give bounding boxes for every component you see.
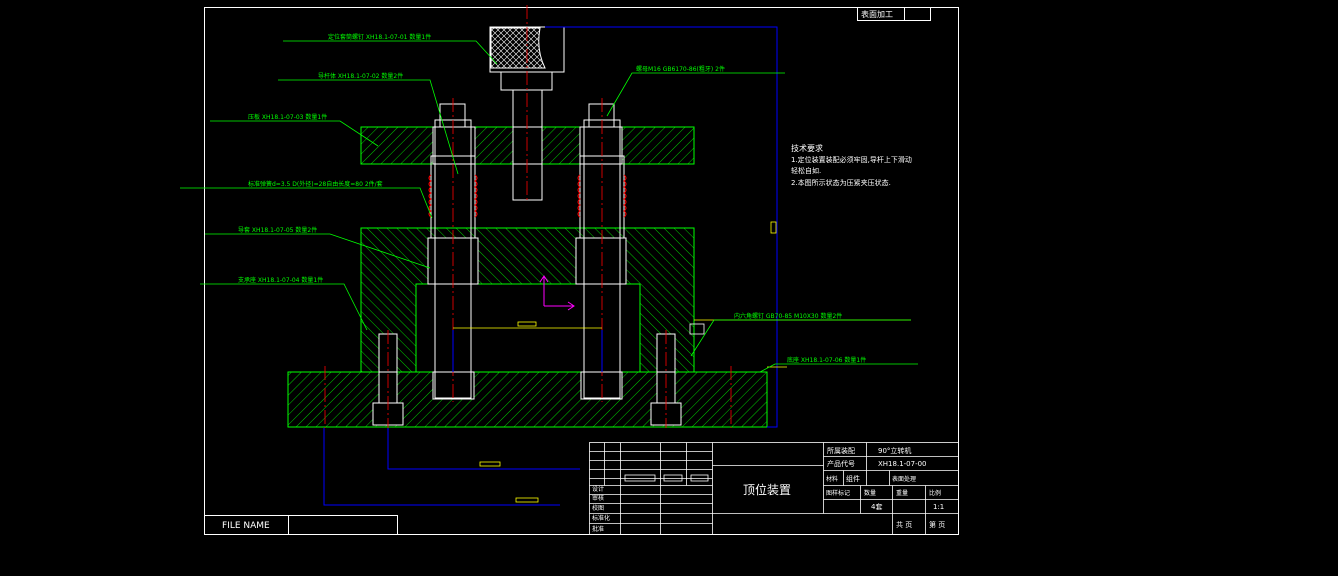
file-name-label: FILE NAME — [222, 521, 270, 531]
callout-sleeve-screw: 定位套筒螺钉 XH18.1-07-01 数量1件 — [328, 33, 431, 41]
material-value: 组件 — [846, 474, 860, 483]
material-label: 材料 — [826, 475, 838, 483]
tech-note-1: 1.定位装置装配必须牢固,导杆上下滑动 — [791, 155, 912, 164]
base-plate — [287, 371, 768, 428]
callout-support-seat: 支承座 XH18.1-07-04 数量1件 — [238, 276, 323, 284]
drawing-name: 顶位装置 — [743, 482, 791, 497]
role-design: 设计 — [592, 485, 604, 493]
callout-base: 底座 XH18.1-07-06 数量1件 — [787, 356, 866, 364]
code-value: XH18.1-07-00 — [878, 460, 927, 468]
socket-screws — [378, 333, 676, 373]
assembly-label: 所属装配 — [827, 446, 855, 455]
qty-label: 数量 — [864, 489, 876, 497]
role-approve: 批准 — [592, 525, 604, 533]
file-name-box: FILE NAME — [204, 515, 398, 535]
total-sheets: 共 页 — [896, 520, 912, 529]
callout-socket-screw: 内六角螺钉 GB70-85 M10X30 数量2件 — [734, 312, 842, 320]
surface-label: 表面处理 — [892, 475, 916, 483]
support-seat — [360, 227, 695, 373]
callout-pressing-plate: 压板 XH18.1-07-03 数量1件 — [248, 113, 327, 121]
cad-drawing-canvas[interactable]: 表面加工 定位套筒螺钉 XH18.1-07-01 数量1件 导杆体 XH18.1… — [0, 0, 1338, 576]
callout-nut: 螺母M16 GB6170-86(粗牙) 2件 — [636, 65, 725, 73]
surface-treatment-box: 表面加工 — [857, 7, 931, 21]
pressing-plate — [360, 126, 695, 165]
callout-spring: 标准弹簧d=3.5 D(外径)=28自由长度=80 2件/套 — [248, 180, 383, 188]
surface-treatment-label: 表面加工 — [861, 9, 893, 19]
leader-lines — [180, 40, 918, 373]
tech-note-2: 轻松自如. — [791, 166, 821, 175]
callout-guide-bush: 导套 XH18.1-07-05 数量2件 — [238, 226, 317, 234]
code-label: 产品代号 — [827, 459, 855, 468]
scale-label: 比例 — [929, 489, 941, 497]
mark-label: 图样标记 — [826, 489, 850, 497]
sheet-count: 4套 — [871, 502, 882, 511]
technical-requirements: 技术要求 1.定位装置装配必须牢固,导杆上下滑动 轻松自如. 2.本图所示状态为… — [791, 143, 912, 187]
role-check: 校图 — [592, 504, 604, 512]
scale-value: 1:1 — [933, 503, 944, 511]
role-standard: 标准化 — [592, 514, 610, 522]
tech-notes-title: 技术要求 — [791, 143, 823, 153]
assembly-value: 90°立转机 — [878, 446, 911, 455]
tech-note-3: 2.本图所示状态为压紧夹压状态. — [791, 178, 891, 187]
weight-label: 重量 — [896, 489, 908, 497]
role-review: 审核 — [592, 494, 604, 502]
callout-guide-rod: 导杆体 XH18.1-07-02 数量2件 — [318, 72, 403, 80]
sheet-number: 第 页 — [929, 520, 945, 529]
